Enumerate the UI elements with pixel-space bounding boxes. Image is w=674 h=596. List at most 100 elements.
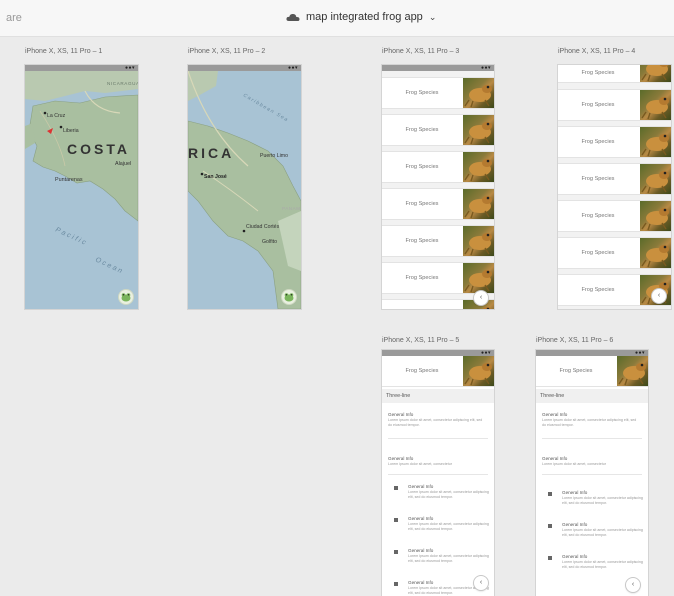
species-label: Frog Species <box>405 90 439 96</box>
section-header: Three-line <box>382 389 494 403</box>
species-detail[interactable]: Frog Species Three-line General Info Lor… <box>536 356 648 596</box>
bullet-icon <box>548 492 552 496</box>
list-item[interactable]: General Info Lorem ipsum dolor sit amet,… <box>382 516 494 544</box>
svg-text:San José: San José <box>204 174 227 180</box>
artboard-label-6[interactable]: iPhone X, XS, 11 Pro – 6 <box>536 337 613 344</box>
species-list[interactable]: Frog Species Frog Species Frog Species F… <box>558 65 671 309</box>
frog-photo <box>463 78 494 108</box>
divider <box>388 438 488 439</box>
document-title[interactable]: map integrated frog app ⌄ <box>286 11 436 23</box>
chevron-down-icon[interactable]: ⌄ <box>429 12 437 23</box>
info-body: Lorem ipsum dolor sit amet, consectetur … <box>562 528 643 537</box>
list-item[interactable]: Frog Species <box>558 200 671 232</box>
species-label: Frog Species <box>382 300 462 309</box>
list-item[interactable]: General Info Lorem ipsum dolor sit amet,… <box>536 522 648 550</box>
list-item[interactable]: Frog Species <box>382 262 494 294</box>
svg-text:COSTA: COSTA <box>67 141 130 157</box>
info-title: General Info <box>408 580 434 585</box>
species-label: Frog Species <box>581 213 615 219</box>
info-body: Lorem ipsum dolor sit amet, consectetur … <box>408 490 489 499</box>
detail-header: Frog Species <box>382 356 494 387</box>
list-item[interactable]: Frog Species <box>382 77 494 109</box>
info-title: General Info <box>408 484 434 489</box>
document-title-text: map integrated frog app <box>306 11 423 23</box>
frog-photo <box>640 127 671 157</box>
list-item[interactable]: Frog Species <box>558 89 671 121</box>
artboard-label-4[interactable]: iPhone X, XS, 11 Pro – 4 <box>558 48 635 55</box>
artboard-3[interactable]: ●●▾ Frog Species Frog Species Frog Speci… <box>382 65 494 309</box>
frog-photo <box>617 356 648 386</box>
map-label: NICARAGUA <box>107 81 138 86</box>
species-label: Frog Species <box>581 139 615 145</box>
species-label: Frog Species <box>581 250 615 256</box>
bullet-icon <box>394 582 398 586</box>
info-title: General Info <box>562 490 588 495</box>
detail-title: Frog Species <box>405 368 439 374</box>
artboard-1[interactable]: ●●▾ NICARAGUA La Cruz Liberia COSTA Alaj… <box>25 65 138 309</box>
species-label: Frog Species <box>581 102 615 108</box>
artboard-5[interactable]: ●●▾ Frog Species Three-line General Info… <box>382 350 494 596</box>
list-item[interactable]: General Info Lorem ipsum dolor sit amet,… <box>382 548 494 576</box>
info-title: General Info <box>388 456 414 461</box>
species-list[interactable]: Frog Species Frog Species Frog Species F… <box>382 71 494 309</box>
list-item[interactable]: Frog Species <box>382 188 494 220</box>
back-icon[interactable]: ‹ <box>652 289 666 303</box>
back-icon[interactable]: ‹ <box>626 578 640 592</box>
artboard-6[interactable]: ●●▾ Frog Species Three-line General Info… <box>536 350 648 596</box>
frog-icon[interactable] <box>119 290 133 304</box>
info-title: General Info <box>408 548 434 553</box>
info-title: General Info <box>388 412 414 417</box>
info-title: General Info <box>562 554 588 559</box>
list-item[interactable]: General Info Lorem ipsum dolor sit amet,… <box>382 484 494 512</box>
back-icon[interactable]: ‹ <box>474 576 488 590</box>
species-label: Frog Species <box>581 70 615 76</box>
list-item[interactable]: Frog Species <box>382 114 494 146</box>
svg-text:RICA: RICA <box>188 145 234 161</box>
list-item[interactable]: General Info Lorem ipsum dolor sit amet,… <box>382 456 494 476</box>
list-item[interactable]: Frog Species <box>558 237 671 269</box>
artboard-2[interactable]: ●●▾ Caribbean Sea RICA Puerto Limo San J… <box>188 65 301 309</box>
list-item[interactable]: Frog Species <box>382 225 494 257</box>
artboard-label-5[interactable]: iPhone X, XS, 11 Pro – 5 <box>382 337 459 344</box>
frog-photo <box>463 226 494 256</box>
bullet-icon <box>394 486 398 490</box>
artboard-label-3[interactable]: iPhone X, XS, 11 Pro – 3 <box>382 48 459 55</box>
map-view[interactable]: NICARAGUA La Cruz Liberia COSTA Alajuel … <box>25 71 138 309</box>
list-item[interactable]: General Info Lorem ipsum dolor sit amet,… <box>536 490 648 518</box>
detail-title: Frog Species <box>559 368 593 374</box>
artboard-4[interactable]: ●●▾ Frog Species Frog Species Frog Speci… <box>558 65 671 309</box>
frog-icon[interactable] <box>282 290 296 304</box>
list-item[interactable]: Frog Species <box>558 163 671 195</box>
app-top-bar: are map integrated frog app ⌄ <box>0 0 674 37</box>
frog-photo <box>640 65 671 82</box>
frog-photo <box>640 201 671 231</box>
svg-text:Puerto Limo: Puerto Limo <box>260 153 288 159</box>
divider <box>388 474 488 475</box>
section-header: Three-line <box>536 389 648 403</box>
share-label[interactable]: are <box>6 12 22 24</box>
back-icon[interactable]: ‹ <box>474 291 488 305</box>
list-item[interactable]: General Info Lorem ipsum dolor sit amet,… <box>536 456 648 476</box>
info-body: Lorem ipsum dolor sit amet, consectetur <box>388 462 452 466</box>
artboard-label-2[interactable]: iPhone X, XS, 11 Pro – 2 <box>188 48 265 55</box>
divider <box>542 438 642 439</box>
svg-text:Puntarenas: Puntarenas <box>55 177 83 183</box>
map-view[interactable]: Caribbean Sea RICA Puerto Limo San José … <box>188 71 301 309</box>
artboard-label-1[interactable]: iPhone X, XS, 11 Pro – 1 <box>25 48 102 55</box>
list-item[interactable]: Frog Species <box>558 126 671 158</box>
detail-header: Frog Species <box>536 356 648 387</box>
species-label: Frog Species <box>405 238 439 244</box>
svg-text:La Cruz: La Cruz <box>47 113 66 119</box>
list-item[interactable]: Frog Species <box>558 65 671 83</box>
species-detail[interactable]: Frog Species Three-line General Info Lor… <box>382 356 494 596</box>
list-item[interactable]: Frog Species <box>382 151 494 183</box>
svg-text:Alajuel: Alajuel <box>115 161 131 167</box>
info-body: Lorem ipsum dolor sit amet, consectetur … <box>388 418 483 427</box>
frog-photo <box>463 152 494 182</box>
info-body: Lorem ipsum dolor sit amet, consectetur … <box>408 554 489 563</box>
frog-photo <box>463 189 494 219</box>
svg-text:PANAM: PANAM <box>282 206 301 211</box>
info-body: Lorem ipsum dolor sit amet, consectetur … <box>562 560 643 569</box>
frog-photo <box>463 356 494 386</box>
species-label: Frog Species <box>405 201 439 207</box>
